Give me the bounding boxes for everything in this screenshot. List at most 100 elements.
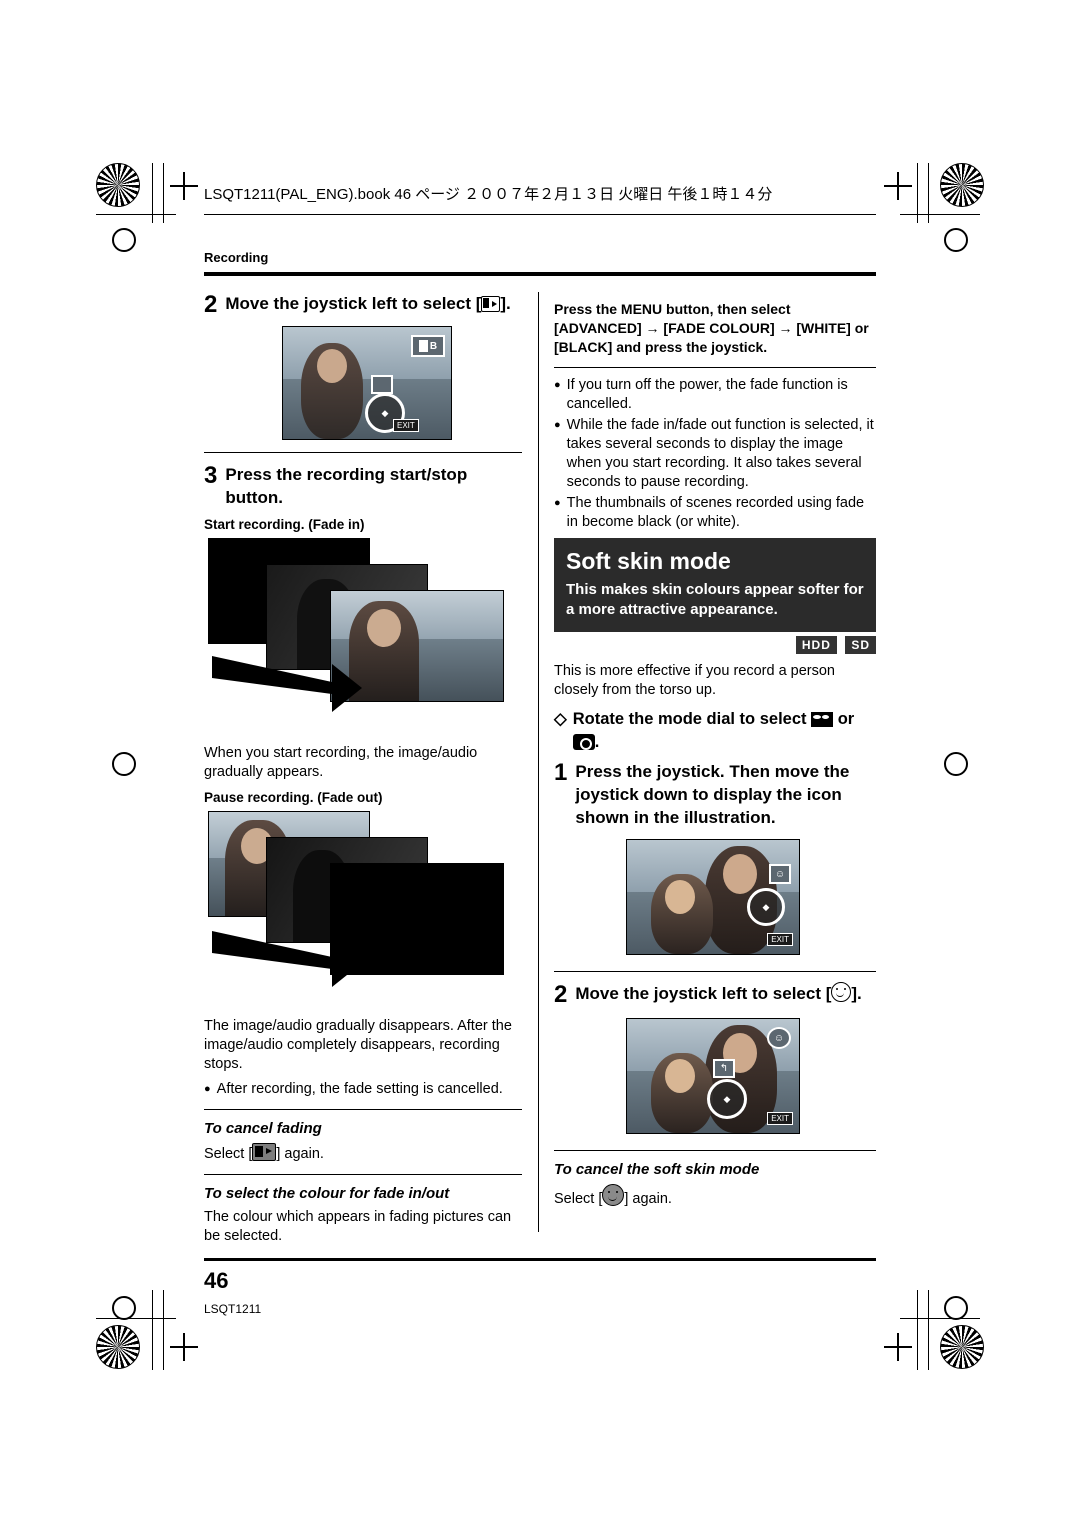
soft-skin-mode-subtitle: This makes skin colours appear softer fo… — [566, 581, 864, 618]
column-divider — [538, 292, 539, 1232]
lcd-illustration-fade: B ◆ EXIT — [282, 326, 452, 440]
diamond-bullet-icon: ◇ — [554, 710, 567, 728]
lcd-illustration-softskin-1: ◆ ☺ EXIT — [626, 839, 800, 955]
fade-bullet-1: ● If you turn off the power, the fade fu… — [554, 376, 876, 414]
osd-exit-tab: EXIT — [767, 933, 793, 946]
registration-target-top-left — [96, 163, 140, 207]
left-step-3: 3 Press the recording start/stop button. — [204, 463, 522, 509]
registration-target-top-right — [940, 163, 984, 207]
footer-rule — [204, 1258, 876, 1261]
left-rule-1 — [204, 452, 522, 453]
cancel-fading-pre: Select [ — [204, 1146, 253, 1162]
fade-in-caption: Start recording. (Fade in) — [204, 517, 365, 532]
soft-skin-icon — [831, 982, 852, 1002]
crop-line-top-right-h — [900, 214, 980, 215]
fade-colour-heading: To select the colour for fade in/out — [204, 1185, 450, 1202]
cancel-fading-post: ] again. — [276, 1146, 324, 1162]
lcd-person-child-face — [665, 880, 695, 914]
soft-skin-mode-title: Soft skin mode — [566, 548, 731, 574]
fade-out-bullet: ● After recording, the fade setting is c… — [204, 1080, 522, 1099]
fade-out-bullet-text: After recording, the fade setting is can… — [216, 1081, 503, 1097]
fade-in-description: When you start recording, the image/audi… — [204, 745, 478, 780]
left-rule-2 — [204, 1109, 522, 1110]
cancel-soft-skin-post: ] again. — [624, 1191, 672, 1207]
lcd-illustration-softskin-2: ☺ ↰ ◆ EXIT — [626, 1018, 800, 1134]
section-rule — [204, 272, 876, 276]
osd-softskin-indicator: ☺ — [769, 864, 791, 884]
left-step-2-number: 2 — [204, 291, 218, 318]
fade-bullets: ● If you turn off the power, the fade fu… — [554, 376, 876, 532]
fade-bullet-2: ● While the fade in/fade out function is… — [554, 416, 876, 492]
right-step-2-number: 2 — [554, 981, 568, 1008]
fade-icon — [481, 296, 501, 312]
fade-bullet-3: ● The thumbnails of scenes recorded usin… — [554, 494, 876, 532]
registration-cross-tr — [884, 172, 912, 200]
cancel-soft-skin-text: Select [ ] again. — [554, 1184, 876, 1209]
mode-dial-instruction: ◇ Rotate the mode dial to select or . — [554, 708, 876, 754]
right-rule-2 — [554, 971, 876, 972]
cancel-fading-heading: To cancel fading — [204, 1120, 322, 1137]
crop-line-left-bottom — [152, 1290, 153, 1370]
crop-line-right-bottom2 — [928, 1290, 929, 1370]
osd-exit-tab: EXIT — [393, 419, 419, 432]
fade-icon — [252, 1143, 277, 1161]
cancel-soft-skin-pre: Select [ — [554, 1191, 603, 1207]
registration-cross-br — [884, 1333, 912, 1361]
right-step-1-number: 1 — [554, 759, 568, 786]
bullet-dot: ● — [554, 497, 561, 509]
left-step-3-text: Press the recording start/stop button. — [225, 465, 468, 507]
crop-line-right-bottom — [917, 1290, 918, 1370]
osd-exit-tab: EXIT — [767, 1112, 793, 1125]
arrow-icon — [212, 656, 362, 712]
registration-target-bottom-left — [96, 1325, 140, 1369]
crop-line-top-left-h — [96, 214, 176, 215]
photo-mode-icon — [572, 734, 595, 750]
fade-bullet-2-text: While the fade in/fade out function is s… — [566, 417, 874, 490]
fade-out-description: The image/audio gradually disappears. Af… — [204, 1018, 512, 1072]
right-column: Press the MENU button, then select [ADVA… — [554, 292, 876, 1215]
left-step-3-number: 3 — [204, 462, 218, 489]
right-rule-3 — [554, 1150, 876, 1151]
soft-skin-mode-band: Soft skin mode This makes skin colours a… — [554, 538, 876, 632]
page-number: 46 — [204, 1268, 229, 1293]
dial-pre: Rotate the mode dial to select — [572, 710, 807, 728]
badge-sd: SD — [845, 636, 876, 654]
fade-in-figure — [204, 538, 522, 738]
fade-out-figure — [204, 811, 522, 1011]
header-rule — [204, 214, 876, 215]
registration-circle-left-mid — [112, 752, 136, 776]
registration-circle-right-mid — [944, 752, 968, 776]
soft-skin-intro: This is more effective if you record a p… — [554, 663, 835, 698]
manual-page: LSQT1211(PAL_ENG).book 46 ページ ２００７年２月１３日… — [0, 0, 1080, 1528]
menu-instruction: Press the MENU button, then select [ADVA… — [554, 301, 869, 355]
left-column: 2 Move the joystick left to select [ ]. … — [204, 292, 522, 1252]
bullet-dot: ● — [554, 419, 561, 431]
registration-cross-tl — [170, 172, 198, 200]
soft-skin-icon — [602, 1184, 625, 1206]
fade-bullet-3-text: The thumbnails of scenes recorded using … — [566, 495, 865, 530]
registration-cross-bl — [170, 1333, 198, 1361]
left-step-2-text: Move the joystick left to select [ ]. — [225, 294, 511, 313]
crop-line-left-bottom2 — [163, 1290, 164, 1370]
osd-fade-indicator: B — [411, 335, 445, 357]
osd-joystick-up-icon: ↰ — [713, 1059, 735, 1078]
osd-joystick-ring: ◆ — [747, 888, 785, 926]
registration-circle-right-upper — [944, 228, 968, 252]
crop-line-bottom-left-h — [96, 1318, 176, 1319]
media-badges: HDD SD — [554, 636, 876, 654]
book-slug: LSQT1211(PAL_ENG).book 46 ページ ２００７年２月１３日… — [204, 186, 773, 203]
lcd-person-child-face — [665, 1059, 695, 1093]
fade-out-caption: Pause recording. (Fade out) — [204, 790, 383, 805]
left-rule-3 — [204, 1174, 522, 1175]
osd-softskin-indicator: ☺ — [767, 1027, 791, 1049]
bullet-dot: ● — [204, 1083, 211, 1095]
bullet-dot: ● — [554, 379, 561, 391]
registration-circle-left-lower — [112, 1296, 136, 1320]
registration-circle-left-upper — [112, 228, 136, 252]
registration-circle-right-lower — [944, 1296, 968, 1320]
page-code: LSQT1211 — [204, 1302, 262, 1316]
arrow-icon — [212, 931, 362, 987]
right-step-1-text: Press the joystick. Then move the joysti… — [575, 762, 850, 827]
lcd-person-face — [317, 349, 347, 383]
right-step-2-text: Move the joystick left to select [ ]. — [575, 982, 862, 1003]
